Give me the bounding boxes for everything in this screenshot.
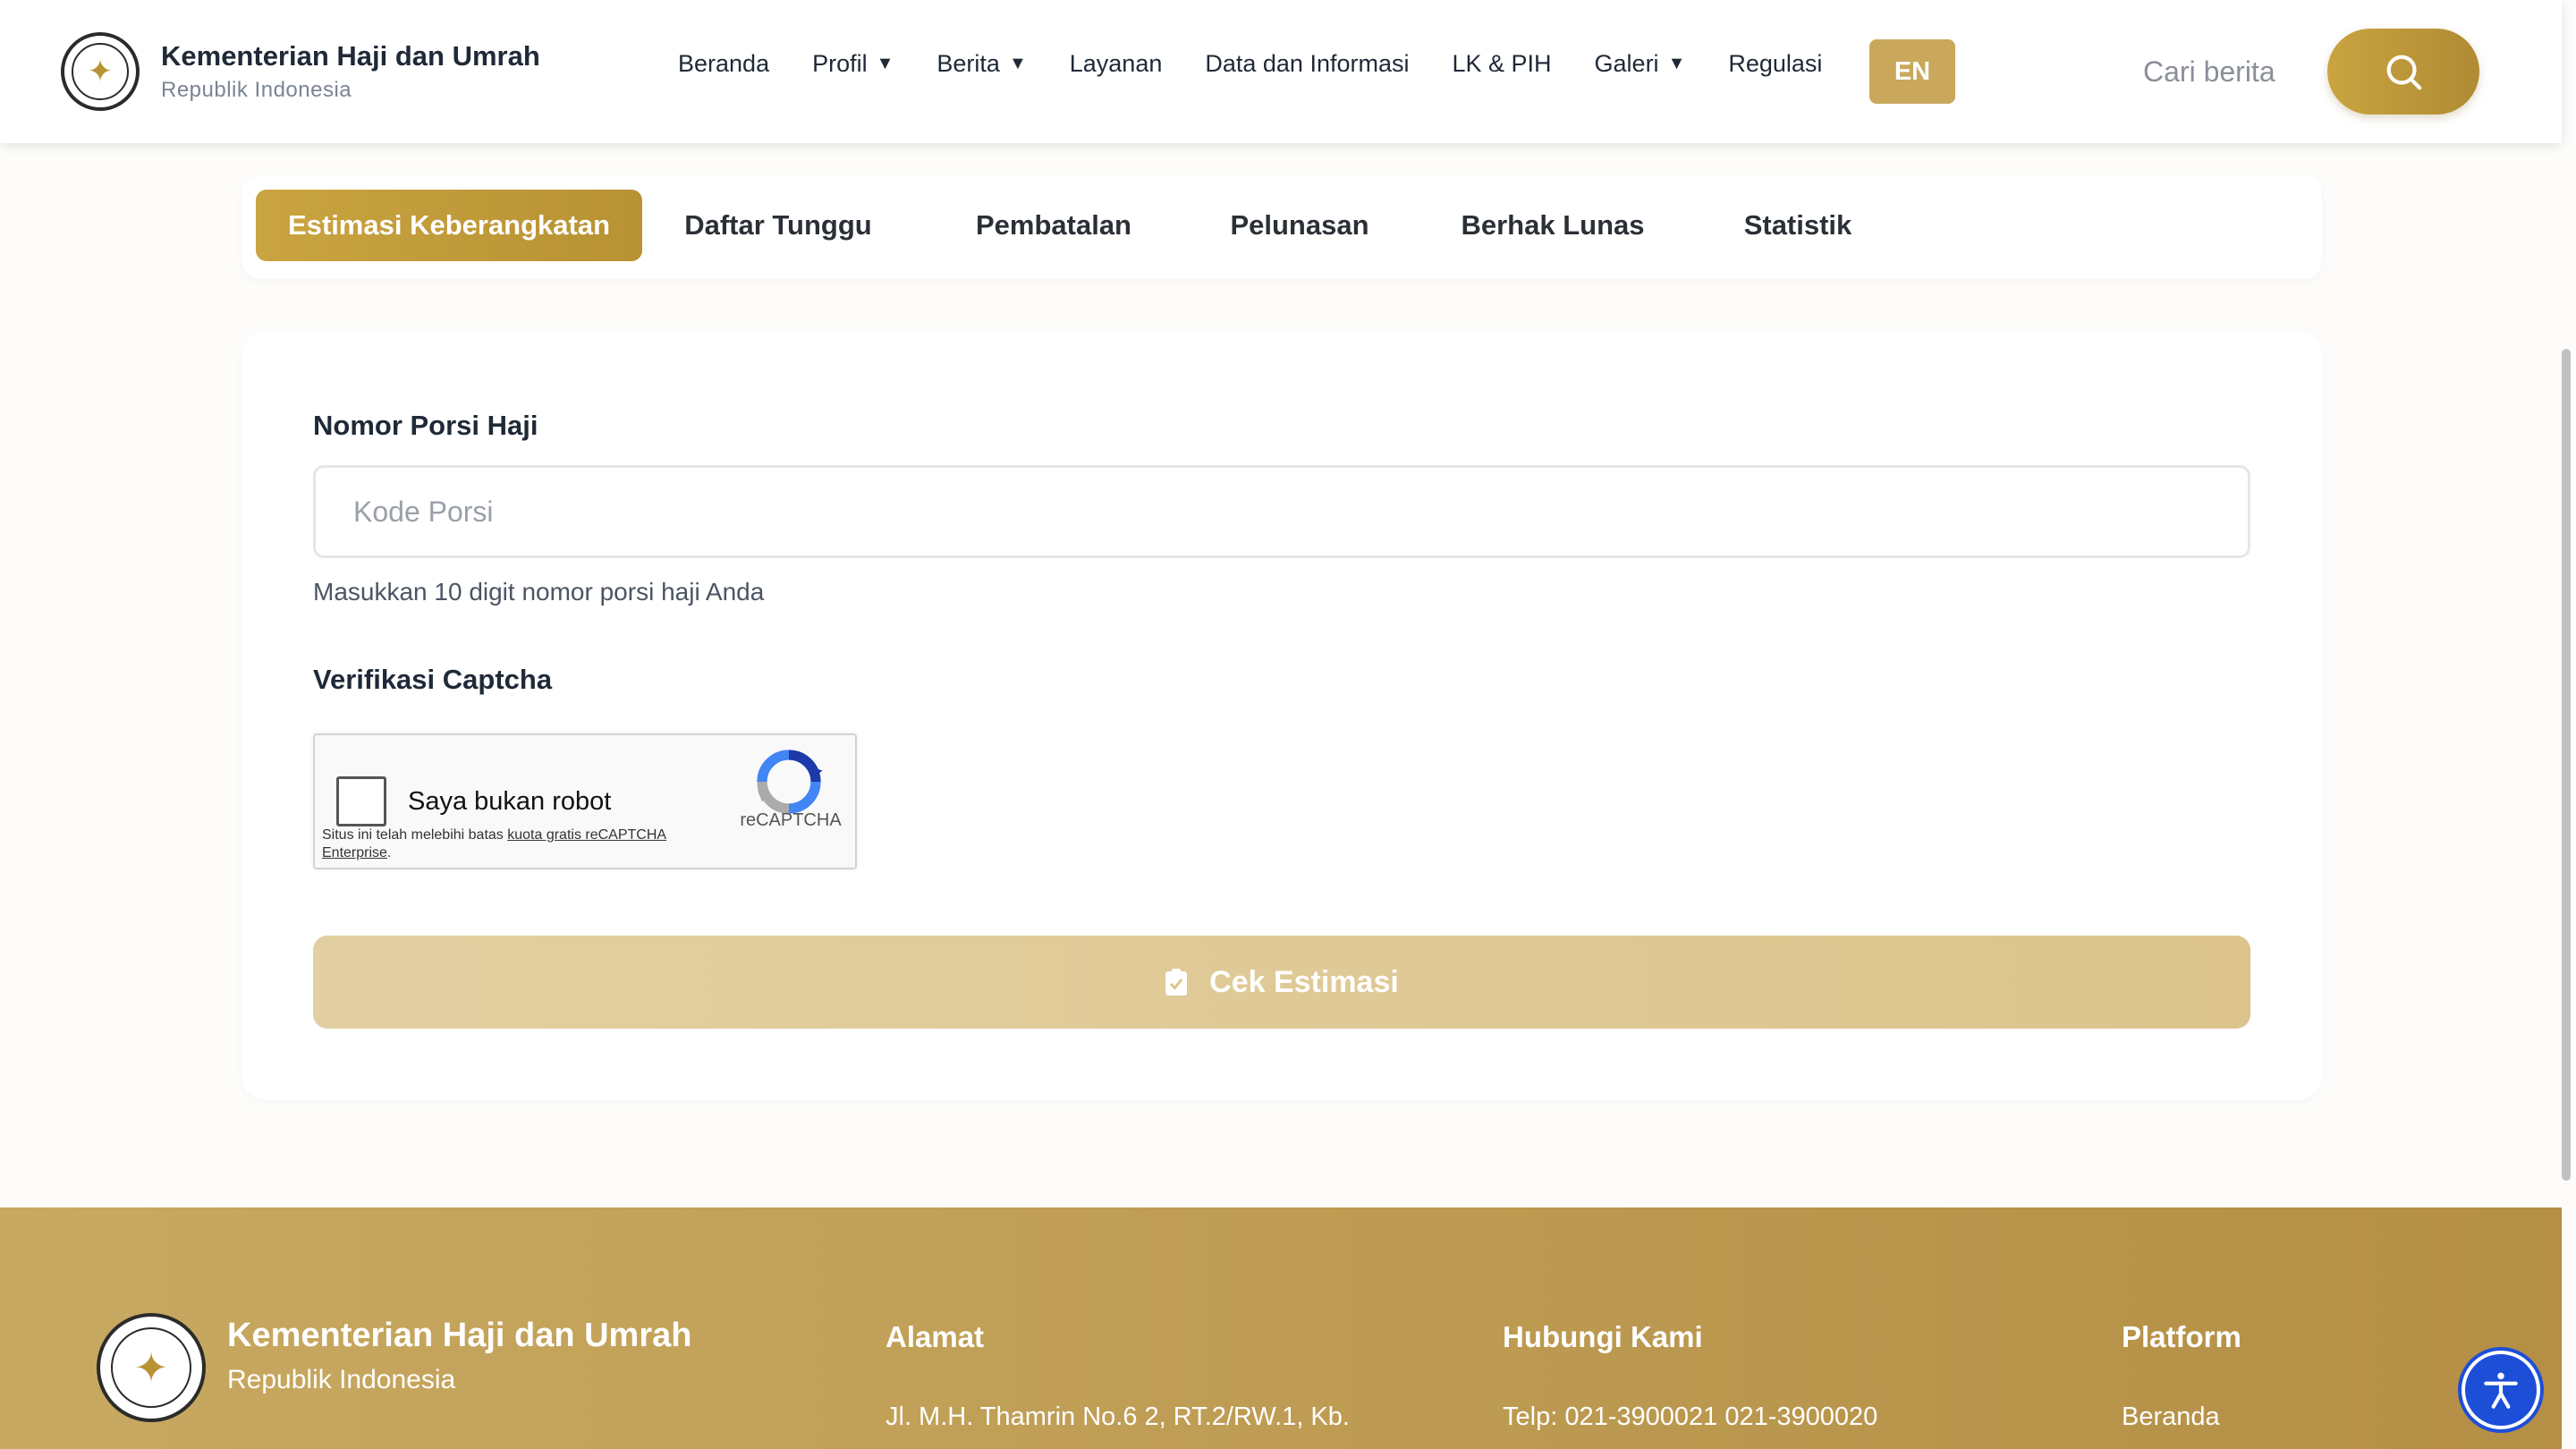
footer-link-beranda[interactable]: Beranda [2122, 1402, 2220, 1432]
nav-item-profil[interactable]: Profil ▼ [812, 50, 894, 78]
brand-title: Kementerian Haji dan Umrah [161, 40, 540, 72]
accessibility-icon [2484, 1372, 2518, 1409]
chevron-down-icon: ▼ [876, 54, 894, 73]
nav-item-lk-pih[interactable]: LK & PIH [1452, 50, 1551, 78]
captcha-label: Verifikasi Captcha [313, 664, 553, 695]
language-toggle-button[interactable]: EN [1869, 39, 1955, 104]
tab-pelunasan[interactable]: Pelunasan [1208, 190, 1392, 261]
tab-estimasi-keberangkatan[interactable]: Estimasi Keberangkatan [256, 190, 642, 261]
accessibility-button[interactable] [2462, 1351, 2540, 1429]
nav-label: Layanan [1069, 50, 1163, 77]
brand-subtitle: Republik Indonesia [161, 78, 352, 102]
site-header: ✦ Kementerian Haji dan Umrah Republik In… [0, 0, 2562, 143]
recaptcha-widget: Saya bukan robot reCAPTCHA Situs ini tel… [313, 733, 857, 869]
garuda-emblem-icon: ✦ [61, 32, 140, 111]
estimasi-form-card: Nomor Porsi Haji Masukkan 10 digit nomor… [242, 331, 2322, 1100]
porsi-help-text: Masukkan 10 digit nomor porsi haji Anda [313, 578, 765, 606]
footer-phone-text: Telp: 021-3900021 021-3900020 [1503, 1402, 1878, 1431]
nav-label: Berita [936, 50, 1000, 77]
main-nav: Beranda Profil ▼ Berita ▼ Layanan Data dan… [678, 50, 1865, 78]
brand-text: Kementerian Haji dan Umrah Republik Indo… [161, 40, 540, 103]
brand-logo-link[interactable]: ✦ Kementerian Haji dan Umrah Republik In… [61, 32, 540, 111]
nav-label: Profil [812, 50, 868, 77]
footer-heading-platform: Platform [2122, 1320, 2241, 1353]
footer-brand-subtitle: Republik Indonesia [227, 1365, 456, 1394]
footer-heading-hubungi: Hubungi Kami [1503, 1320, 1703, 1353]
chevron-down-icon: ▼ [1008, 54, 1027, 73]
tab-pembatalan[interactable]: Pembatalan [952, 190, 1156, 261]
service-tabs: Estimasi Keberangkatan Daftar Tunggu Pem… [242, 175, 2322, 279]
site-footer: ✦ Kementerian Haji dan Umrah Republik In… [0, 1208, 2562, 1449]
footer-address-text: Jl. M.H. Thamrin No.6 2, RT.2/RW.1, Kb. [886, 1402, 1350, 1431]
nav-label: Data dan Informasi [1205, 50, 1410, 77]
nav-item-beranda[interactable]: Beranda [678, 50, 769, 78]
cek-estimasi-label: Cek Estimasi [1209, 964, 1399, 999]
nav-item-berita[interactable]: Berita ▼ [936, 50, 1026, 78]
nomor-porsi-input[interactable] [313, 465, 2250, 558]
clipboard-check-icon [1165, 968, 1188, 996]
nav-label: Galeri [1594, 50, 1659, 77]
footer-brand-title: Kementerian Haji dan Umrah [227, 1317, 692, 1354]
nav-item-regulasi[interactable]: Regulasi [1728, 50, 1822, 78]
tab-daftar-tunggu[interactable]: Daftar Tunggu [662, 190, 894, 261]
recaptcha-logo-icon [757, 750, 823, 814]
porsi-label: Nomor Porsi Haji [313, 410, 538, 441]
nav-label: Regulasi [1728, 50, 1823, 77]
recaptcha-note-text: Situs ini telah melebihi batas [322, 827, 508, 843]
recaptcha-quota-note: Situs ini telah melebihi batas kuota gra… [322, 826, 698, 862]
search-input[interactable] [2143, 50, 2275, 93]
chevron-down-icon: ▼ [1667, 54, 1686, 73]
page-scrollbar[interactable] [2562, 349, 2571, 1181]
nav-label: LK & PIH [1452, 50, 1552, 77]
footer-garuda-emblem-icon: ✦ [97, 1313, 206, 1422]
tab-statistik[interactable]: Statistik [1708, 190, 1887, 261]
search-icon [2386, 55, 2422, 90]
recaptcha-brand: reCAPTCHA [740, 810, 842, 830]
nav-label: Beranda [678, 50, 770, 77]
footer-heading-alamat: Alamat [886, 1320, 985, 1353]
tab-berhak-lunas[interactable]: Berhak Lunas [1444, 190, 1662, 261]
nav-item-layanan[interactable]: Layanan [1070, 50, 1163, 78]
recaptcha-checkbox-label: Saya bukan robot [408, 787, 612, 816]
recaptcha-checkbox[interactable] [336, 776, 386, 826]
search-button[interactable] [2327, 29, 2479, 114]
nav-item-data-informasi[interactable]: Data dan Informasi [1205, 50, 1409, 78]
recaptcha-note-end: . [386, 845, 392, 860]
cek-estimasi-button[interactable]: Cek Estimasi [313, 936, 2250, 1029]
nav-item-galeri[interactable]: Galeri ▼ [1595, 50, 1686, 78]
